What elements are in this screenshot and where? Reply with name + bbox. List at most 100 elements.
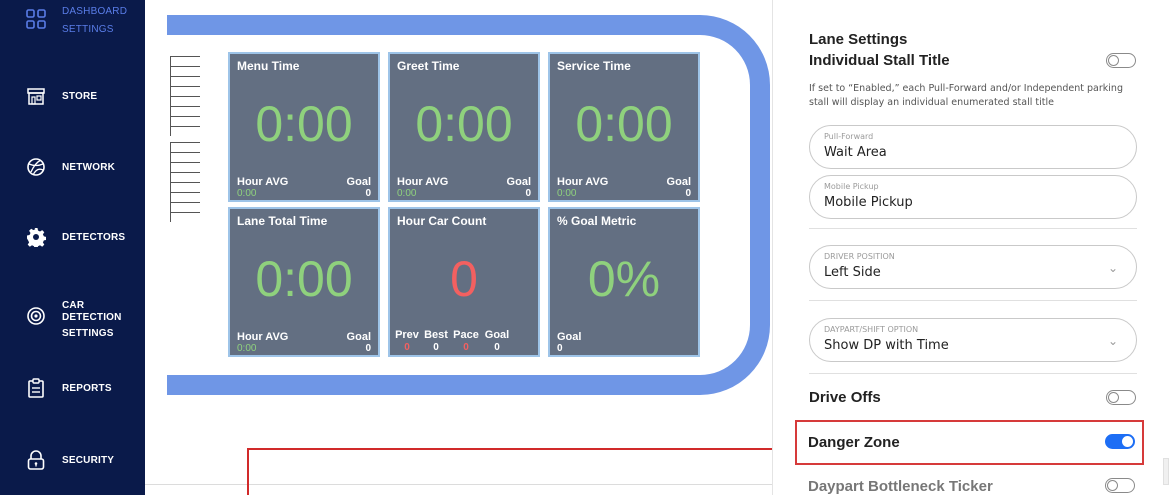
tick xyxy=(170,162,200,172)
lock-icon xyxy=(25,449,47,471)
scrollbar[interactable] xyxy=(1163,458,1169,485)
goal-value: 0 xyxy=(557,343,563,354)
tile-title: Service Time xyxy=(557,59,631,73)
hour-avg-label: Hour AVG xyxy=(557,176,609,188)
goal-value: 0 xyxy=(365,343,371,354)
sidebar-item-store[interactable]: STORE xyxy=(0,85,145,109)
drive-offs-label: Drive Offs xyxy=(809,389,881,406)
daypart-shift-select[interactable]: DAYPART/SHIFT OPTION Show DP with Time ⌄ xyxy=(809,318,1137,362)
danger-zone-highlight: Danger Zone xyxy=(795,420,1144,465)
tick xyxy=(170,96,200,106)
tick xyxy=(170,76,200,86)
sidebar-item-label: SECURITY xyxy=(62,455,115,466)
goal-value: 0 xyxy=(685,188,691,199)
tile-title: Menu Time xyxy=(237,59,300,73)
chevron-down-icon: ⌄ xyxy=(1107,334,1118,348)
pace-value: 0 xyxy=(463,342,469,353)
hour-avg-label: Hour AVG xyxy=(237,331,289,343)
field-label: DRIVER POSITION xyxy=(824,252,895,261)
tick xyxy=(170,142,200,152)
tile-value: 0% xyxy=(587,251,661,307)
tile-menu-time: Menu Time 0:00 Hour AVG 0:00 Goal 0 xyxy=(228,52,380,202)
stall-title-description: If set to “Enabled,” each Pull-Forward a… xyxy=(809,83,1123,108)
tile-lane-total-time: Lane Total Time 0:00 Hour AVG 0:00 Goal … xyxy=(228,207,380,357)
field-value: Left Side xyxy=(824,265,881,280)
danger-zone-toggle[interactable] xyxy=(1105,434,1135,449)
goal-label: Goal xyxy=(346,176,371,188)
individual-stall-title-toggle[interactable] xyxy=(1106,53,1136,68)
prev-label: Prev xyxy=(395,329,419,341)
sidebar: DASHBOARD SETTINGS STORE NETWORK DETECTO… xyxy=(0,0,145,495)
goal-label: Goal xyxy=(346,331,371,343)
sidebar-item-label: DASHBOARD SETTINGS xyxy=(62,6,127,36)
tile-title: % Goal Metric xyxy=(557,214,637,228)
best-label: Best xyxy=(424,329,448,341)
label-line-2: SETTINGS xyxy=(62,24,114,35)
goal-label: Goal xyxy=(506,176,531,188)
clipboard-icon xyxy=(25,377,47,399)
tile-greet-time: Greet Time 0:00 Hour AVG 0:00 Goal 0 xyxy=(388,52,540,202)
tile-service-time: Service Time 0:00 Hour AVG 0:00 Goal 0 xyxy=(548,52,700,202)
sidebar-item-dashboard-settings[interactable]: DASHBOARD SETTINGS xyxy=(0,0,145,40)
toggle-knob xyxy=(1122,436,1133,447)
sidebar-item-label: STORE xyxy=(62,91,98,102)
tile-title: Greet Time xyxy=(397,59,460,73)
label-line-2: SETTINGS xyxy=(62,328,114,339)
goal-label: Goal xyxy=(484,329,510,341)
tile-hour-car-count: Hour Car Count 0 Prev 0 Best 0 Pace 0 Go… xyxy=(388,207,540,357)
goal-stat: Goal 0 xyxy=(484,329,510,354)
prev-value: 0 xyxy=(404,342,410,353)
drive-offs-toggle[interactable] xyxy=(1106,390,1136,405)
hour-avg-label: Hour AVG xyxy=(397,176,449,188)
sidebar-item-label: NETWORK xyxy=(62,162,116,173)
goal-label: Goal xyxy=(666,176,691,188)
field-label: DAYPART/SHIFT OPTION xyxy=(824,325,919,334)
hour-avg-value: 0:00 xyxy=(237,343,257,354)
best-stat: Best 0 xyxy=(423,329,449,354)
sidebar-item-car-detection-settings[interactable]: CAR DETECTION SETTINGS xyxy=(0,300,145,339)
divider xyxy=(809,373,1137,374)
callout-line-vertical xyxy=(247,448,249,495)
tile-title: Lane Total Time xyxy=(237,214,328,228)
tile-value: 0 xyxy=(450,251,478,307)
goal-value: 0 xyxy=(525,188,531,199)
driver-position-select[interactable]: DRIVER POSITION Left Side ⌄ xyxy=(809,245,1137,289)
sidebar-item-security[interactable]: SECURITY xyxy=(0,449,145,473)
toggle-knob xyxy=(1107,480,1118,491)
field-label: Mobile Pickup xyxy=(824,182,879,191)
goal-value: 0 xyxy=(365,188,371,199)
prev-stat: Prev 0 xyxy=(394,329,420,354)
hour-avg-label: Hour AVG xyxy=(237,176,289,188)
sidebar-item-detectors[interactable]: DETECTORS xyxy=(0,226,145,250)
grid-icon xyxy=(25,8,47,30)
toggle-knob xyxy=(1108,55,1119,66)
car-detection-icon xyxy=(25,305,47,327)
sidebar-item-reports[interactable]: REPORTS xyxy=(0,377,145,401)
network-icon xyxy=(25,156,47,178)
goal-value: 0 xyxy=(494,342,500,353)
tick xyxy=(170,116,200,126)
danger-zone-label: Danger Zone xyxy=(808,434,900,451)
tick xyxy=(170,192,200,202)
daypart-bottleneck-ticker-toggle[interactable] xyxy=(1105,478,1135,493)
tick xyxy=(170,106,200,116)
lane-settings-heading: Lane Settings xyxy=(809,31,908,48)
field-value: Wait Area xyxy=(824,145,887,160)
field-label: Pull-Forward xyxy=(824,132,874,141)
lane-ticks-top xyxy=(170,56,200,136)
field-value: Mobile Pickup xyxy=(824,195,913,210)
tick xyxy=(170,56,200,66)
mobile-pickup-field[interactable]: Mobile Pickup Mobile Pickup xyxy=(809,175,1137,219)
pull-forward-field[interactable]: Pull-Forward Wait Area xyxy=(809,125,1137,169)
tile-value: 0:00 xyxy=(255,251,353,307)
best-value: 0 xyxy=(433,342,439,353)
tile-goal-metric: % Goal Metric 0% Goal 0 xyxy=(548,207,700,357)
lane-preview-area: Menu Time 0:00 Hour AVG 0:00 Goal 0 Gree… xyxy=(145,0,772,495)
tile-value: 0:00 xyxy=(255,96,353,152)
gear-icon xyxy=(25,226,47,248)
store-icon xyxy=(25,85,47,107)
chevron-down-icon: ⌄ xyxy=(1107,261,1118,275)
sidebar-item-network[interactable]: NETWORK xyxy=(0,156,145,180)
tick xyxy=(170,212,200,222)
tick xyxy=(170,152,200,162)
